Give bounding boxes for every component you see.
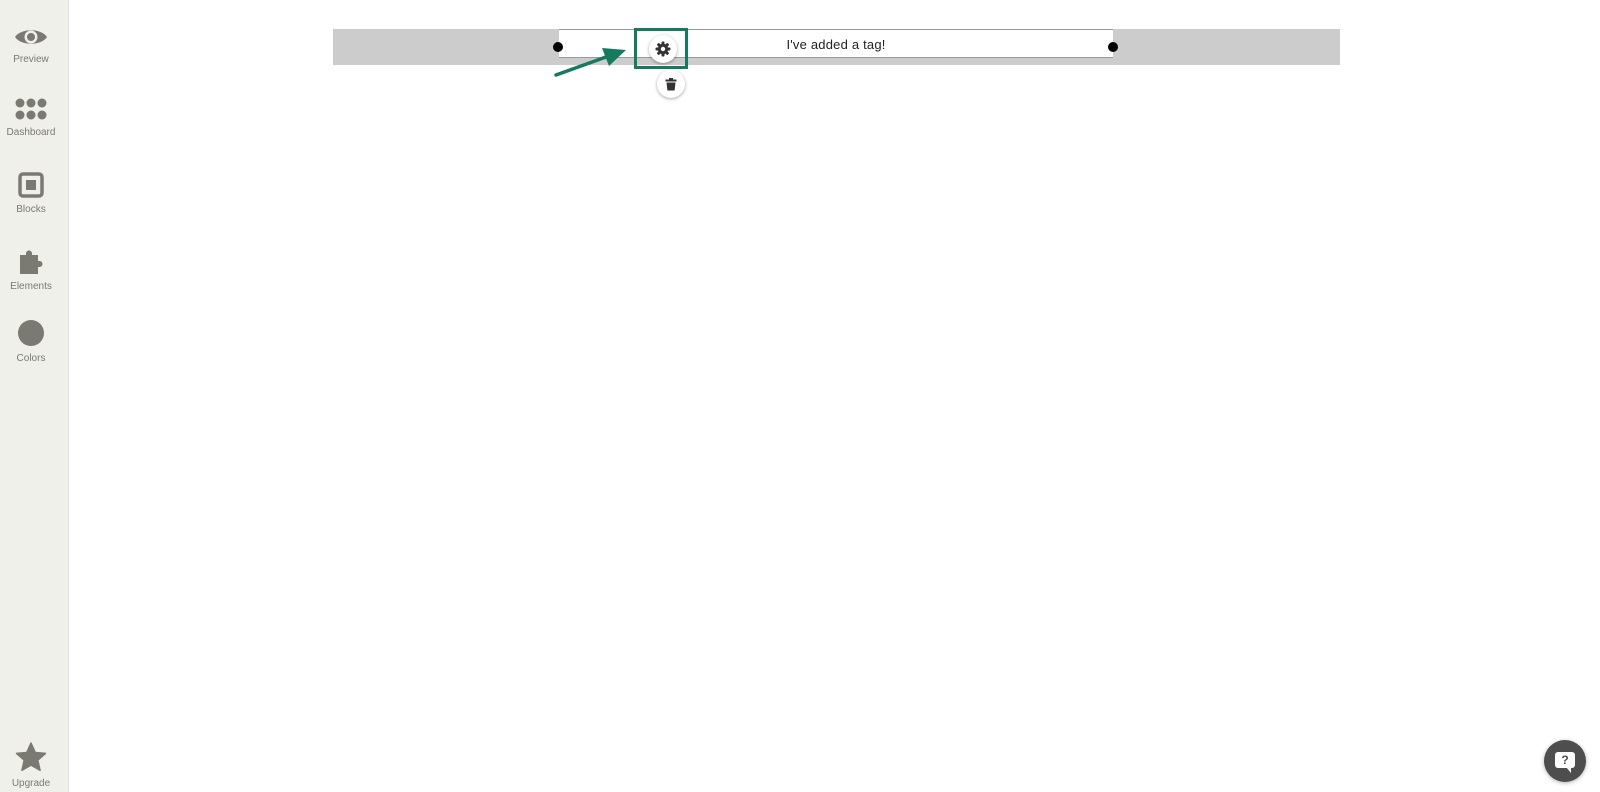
- annotation-arrow: [554, 48, 626, 77]
- settings-button[interactable]: [649, 35, 677, 63]
- help-glyph-text: ?: [1561, 752, 1569, 767]
- puzzle-piece-icon: [20, 250, 43, 274]
- sidebar-item-label: Elements: [10, 281, 52, 292]
- sidebar-item-label: Preview: [13, 54, 49, 65]
- tag-text-block[interactable]: I've added a tag!: [559, 29, 1113, 58]
- tag-text[interactable]: I've added a tag!: [559, 37, 1113, 52]
- resize-handle-right[interactable]: [1108, 42, 1118, 52]
- chat-help-icon: ?: [1555, 751, 1575, 773]
- sidebar-item-colors[interactable]: Colors: [0, 319, 62, 364]
- color-circle-icon: [18, 320, 44, 346]
- gear-icon: [655, 41, 671, 57]
- help-chat-button[interactable]: ?: [1544, 740, 1586, 782]
- sidebar-item-label: Blocks: [16, 204, 46, 215]
- dots-grid-icon: [15, 98, 47, 120]
- sidebar-item-dashboard[interactable]: Dashboard: [0, 97, 62, 138]
- star-icon: [15, 742, 47, 772]
- delete-button[interactable]: [657, 70, 685, 98]
- sidebar: Preview Dashboard Blocks Elements Colors: [0, 0, 69, 792]
- trash-icon: [665, 77, 677, 90]
- block-square-icon: [18, 172, 44, 198]
- sidebar-item-label: Dashboard: [6, 127, 56, 138]
- sidebar-item-preview[interactable]: Preview: [0, 26, 62, 65]
- eye-icon: [15, 30, 47, 44]
- upgrade-button[interactable]: Upgrade: [0, 742, 62, 789]
- sidebar-item-blocks[interactable]: Blocks: [0, 172, 62, 215]
- sidebar-item-elements[interactable]: Elements: [0, 247, 62, 292]
- sidebar-item-label: Colors: [16, 353, 46, 364]
- upgrade-label: Upgrade: [11, 778, 51, 789]
